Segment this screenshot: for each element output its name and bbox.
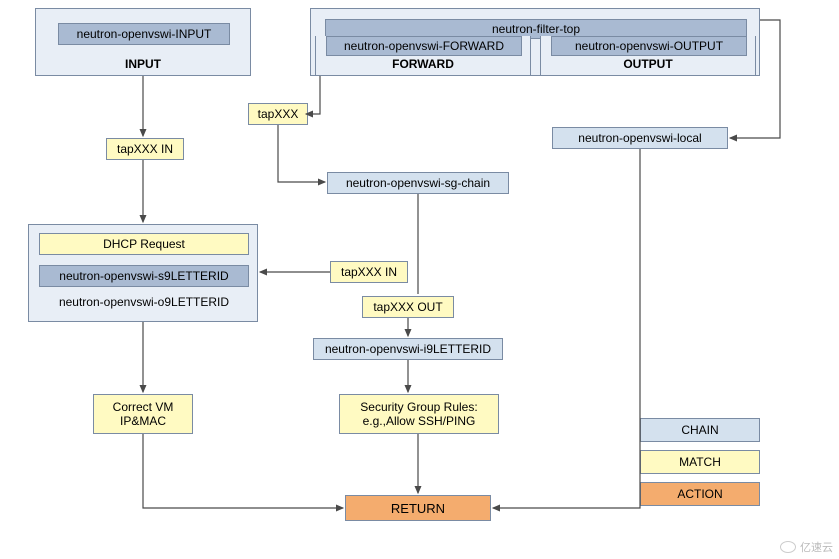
left-block: DHCP Request neutron-openvswi-s9LETTERID…: [28, 224, 258, 322]
chain-i9: neutron-openvswi-i9LETTERID: [313, 338, 503, 360]
legend-action: ACTION: [640, 482, 760, 506]
legend-chain: CHAIN: [640, 418, 760, 442]
match-tapxxx-in2: tapXXX IN: [330, 261, 408, 283]
chain-output-sub: neutron-openvswi-OUTPUT: [551, 36, 747, 56]
watermark: 亿速云: [780, 539, 833, 555]
match-tapxxx: tapXXX: [248, 103, 308, 125]
chain-s9: neutron-openvswi-s9LETTERID: [39, 265, 249, 287]
forward-label: FORWARD: [316, 57, 530, 71]
chain-input-sub: neutron-openvswi-INPUT: [58, 23, 230, 45]
action-return: RETURN: [345, 495, 491, 521]
chain-forward-sub: neutron-openvswi-FORWARD: [326, 36, 522, 56]
cloud-icon: [780, 541, 796, 553]
match-tapxxx-in: tapXXX IN: [106, 138, 184, 160]
match-sg-rules: Security Group Rules: e.g.,Allow SSH/PIN…: [339, 394, 499, 434]
watermark-text: 亿速云: [800, 539, 833, 555]
match-dhcp-request: DHCP Request: [39, 233, 249, 255]
chain-local: neutron-openvswi-local: [552, 127, 728, 149]
match-correct-vm: Correct VM IP&MAC: [93, 394, 193, 434]
input-label: INPUT: [36, 57, 250, 71]
input-container: neutron-openvswi-INPUT INPUT: [35, 8, 251, 76]
output-label: OUTPUT: [541, 57, 755, 71]
output-container: neutron-openvswi-OUTPUT OUTPUT: [540, 36, 756, 76]
match-tapxxx-out: tapXXX OUT: [362, 296, 454, 318]
forward-container: neutron-openvswi-FORWARD FORWARD: [315, 36, 531, 76]
chain-o9: neutron-openvswi-o9LETTERID: [39, 295, 249, 309]
legend-match: MATCH: [640, 450, 760, 474]
chain-sg-chain: neutron-openvswi-sg-chain: [327, 172, 509, 194]
